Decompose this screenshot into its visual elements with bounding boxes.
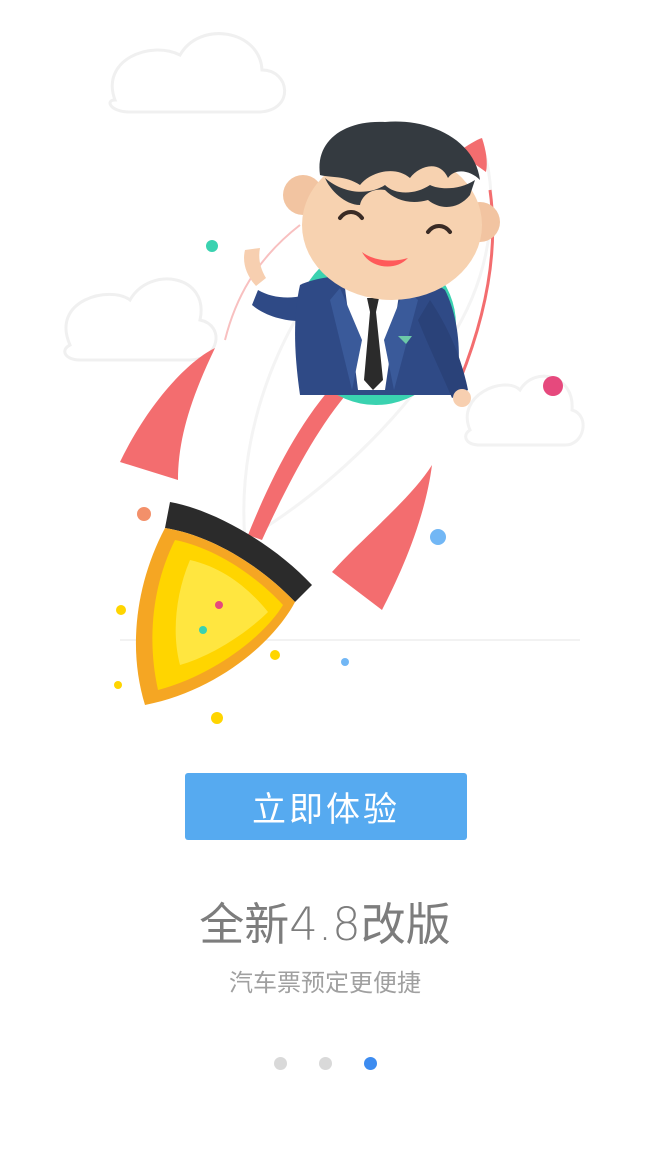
confetti-dot [206, 240, 218, 252]
confetti-dot [543, 376, 563, 396]
confetti-dot [211, 712, 223, 724]
confetti-dot [114, 681, 122, 689]
confetti-dot [137, 507, 151, 521]
cloud-icon [108, 32, 287, 114]
cloud-icon [464, 374, 585, 447]
confetti-dot [430, 529, 446, 545]
rocket-left-fin [120, 348, 215, 480]
subheadline: 汽车票预定更便捷 [229, 969, 421, 997]
page-dot-2[interactable] [318, 1057, 332, 1070]
page-indicator [0, 1057, 650, 1070]
page-dot-1[interactable] [273, 1057, 287, 1070]
rocket-illustration-icon [63, 32, 585, 724]
rocket-outline [224, 224, 301, 341]
page-dot-3-active[interactable] [363, 1057, 377, 1070]
confetti-dot [270, 650, 280, 660]
cloud-icon [63, 277, 218, 362]
confetti-dot [199, 626, 207, 634]
start-experience-button[interactable]: 立即体验 [185, 773, 467, 840]
confetti-dot [116, 605, 126, 615]
headline: 全新4.8改版 [199, 898, 451, 951]
confetti-dot [341, 658, 349, 666]
confetti-dot [215, 601, 223, 609]
rocket-right-fin [332, 465, 432, 610]
